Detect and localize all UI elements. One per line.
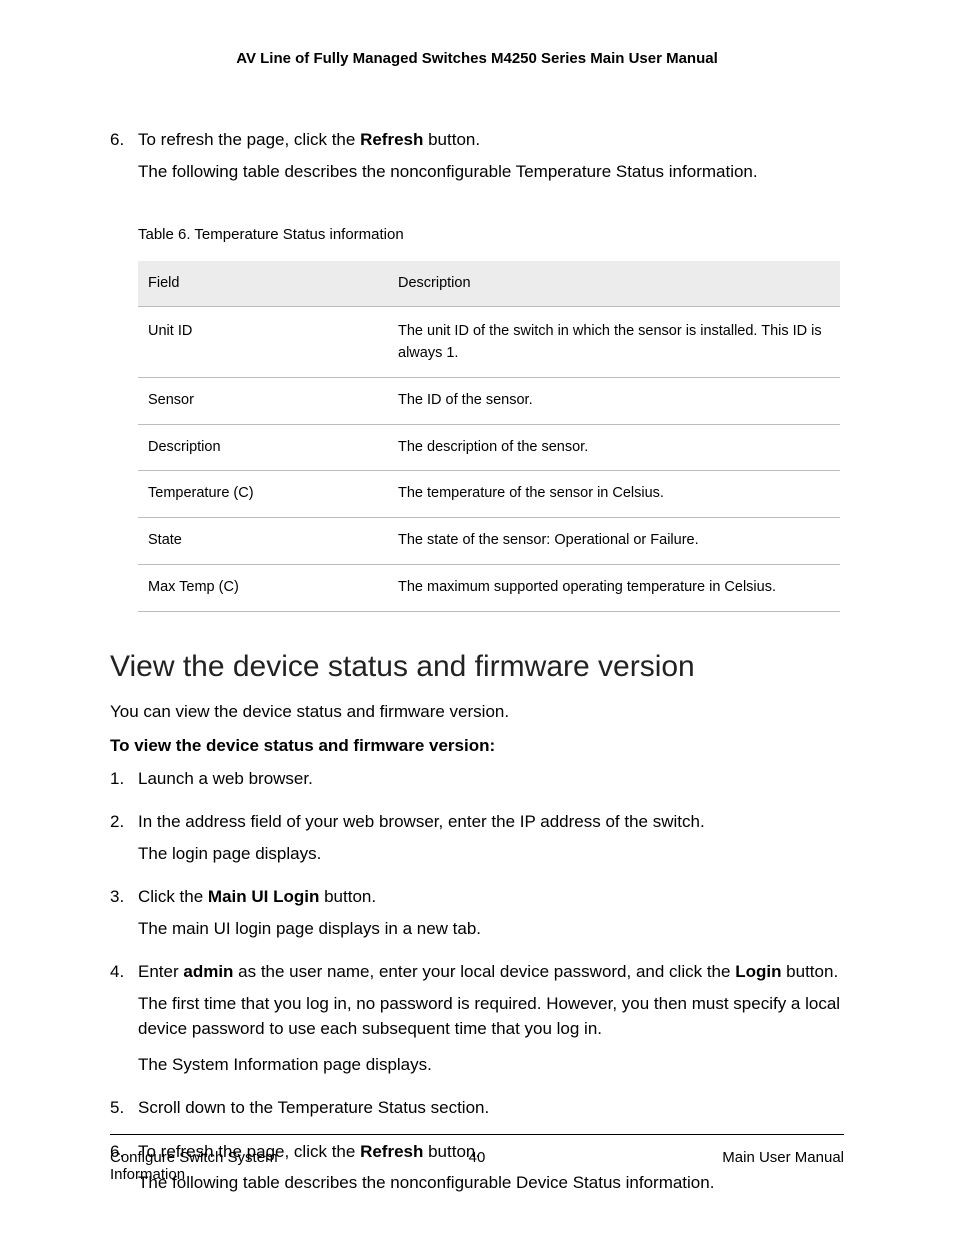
temperature-status-table: Field Description Unit IDThe unit ID of … (138, 261, 840, 612)
bold-refresh: Refresh (360, 130, 423, 149)
step-number: 6. (110, 127, 138, 186)
cell-field: Description (138, 424, 388, 471)
step-number: 2. (110, 809, 138, 872)
cell-desc: The temperature of the sensor in Celsius… (388, 471, 840, 518)
step-body: Launch a web browser. (138, 766, 844, 798)
page-footer: Configure Switch System Information 40 M… (110, 1134, 844, 1183)
cell-field: Max Temp (C) (138, 564, 388, 611)
table-header-row: Field Description (138, 261, 840, 307)
step-body: Click the Main UI Login button. The main … (138, 884, 844, 947)
footer-left: Configure Switch System Information (110, 1149, 350, 1183)
step-body: Scroll down to the Temperature Status se… (138, 1095, 844, 1127)
section-heading: View the device status and firmware vers… (110, 650, 844, 684)
list-item: 5.Scroll down to the Temperature Status … (110, 1095, 844, 1127)
text: The first time that you log in, no passw… (138, 991, 844, 1042)
table-row: StateThe state of the sensor: Operationa… (138, 518, 840, 565)
section-lead: To view the device status and firmware v… (110, 736, 844, 756)
top-step-list: 6. To refresh the page, click the Refres… (110, 127, 844, 186)
col-header-field: Field (138, 261, 388, 307)
step-number: 3. (110, 884, 138, 947)
cell-desc: The description of the sensor. (388, 424, 840, 471)
cell-desc: The unit ID of the switch in which the s… (388, 307, 840, 378)
step-number: 5. (110, 1095, 138, 1127)
section-intro: You can view the device status and firmw… (110, 702, 844, 722)
cell-field: Sensor (138, 377, 388, 424)
footer-page-number: 40 (469, 1149, 486, 1166)
text: Launch a web browser. (138, 766, 844, 792)
table-row: Unit IDThe unit ID of the switch in whic… (138, 307, 840, 378)
list-item: 3.Click the Main UI Login button. The mai… (110, 884, 844, 947)
table-row: Temperature (C)The temperature of the se… (138, 471, 840, 518)
text: Enter admin as the user name, enter your… (138, 959, 844, 985)
list-item: 1.Launch a web browser. (110, 766, 844, 798)
step-body: To refresh the page, click the Refresh b… (138, 127, 844, 186)
table-caption: Table 6. Temperature Status information (138, 226, 844, 243)
text: Click the Main UI Login button. (138, 884, 844, 910)
text: Scroll down to the Temperature Status se… (138, 1095, 844, 1121)
step-number: 1. (110, 766, 138, 798)
text: In the address field of your web browser… (138, 809, 844, 835)
footer-right: Main User Manual (722, 1149, 844, 1183)
table-row: Max Temp (C)The maximum supported operat… (138, 564, 840, 611)
text: The login page displays. (138, 841, 844, 867)
table-row: DescriptionThe description of the sensor… (138, 424, 840, 471)
page: AV Line of Fully Managed Switches M4250 … (0, 0, 954, 1235)
step-body: Enter admin as the user name, enter your… (138, 959, 844, 1083)
table-row: SensorThe ID of the sensor. (138, 377, 840, 424)
text: The System Information page displays. (138, 1052, 844, 1078)
page-header: AV Line of Fully Managed Switches M4250 … (110, 50, 844, 67)
list-item: 2.In the address field of your web brows… (110, 809, 844, 872)
step-6-top: 6. To refresh the page, click the Refres… (110, 127, 844, 186)
cell-desc: The maximum supported operating temperat… (388, 564, 840, 611)
cell-field: Temperature (C) (138, 471, 388, 518)
bold-text: admin (183, 962, 233, 981)
text: button. (423, 130, 480, 149)
list-item: 4.Enter admin as the user name, enter yo… (110, 959, 844, 1083)
cell-field: State (138, 518, 388, 565)
text: The main UI login page displays in a new… (138, 916, 844, 942)
text: To refresh the page, click the (138, 130, 360, 149)
cell-desc: The state of the sensor: Operational or … (388, 518, 840, 565)
bold-text: Login (735, 962, 781, 981)
cell-desc: The ID of the sensor. (388, 377, 840, 424)
step-number: 4. (110, 959, 138, 1083)
cell-field: Unit ID (138, 307, 388, 378)
col-header-description: Description (388, 261, 840, 307)
step-body: In the address field of your web browser… (138, 809, 844, 872)
text: The following table describes the noncon… (138, 159, 844, 185)
bold-text: Main UI Login (208, 887, 319, 906)
